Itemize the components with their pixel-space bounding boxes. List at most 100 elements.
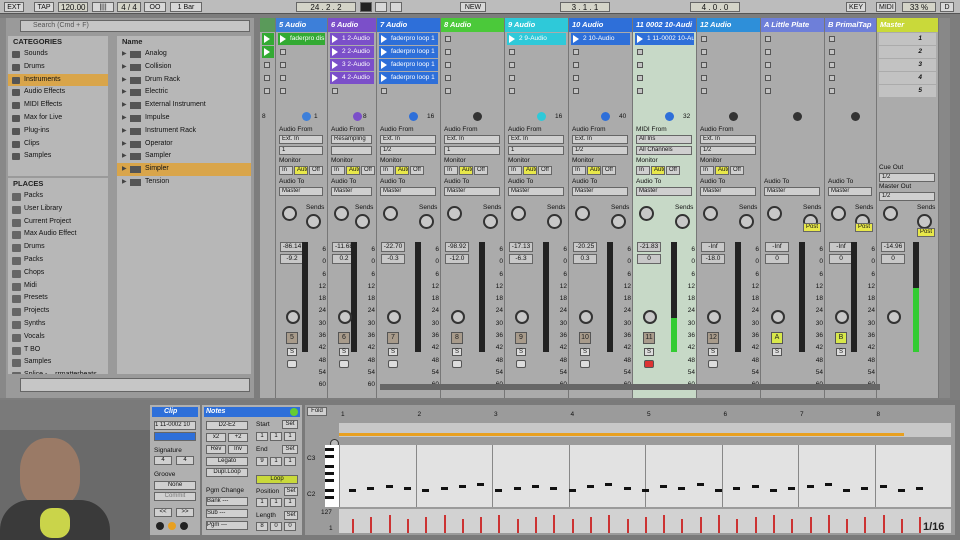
expand-triangle-icon[interactable]: ▶ [122, 48, 127, 61]
empty-clip-slot[interactable] [443, 33, 502, 45]
empty-clip-slot[interactable] [379, 85, 438, 97]
new-clip-button[interactable]: NEW [460, 2, 486, 12]
empty-clip-slot[interactable] [827, 33, 874, 45]
place-item[interactable]: User Library [8, 203, 108, 216]
end-beat[interactable]: 1 [270, 457, 282, 466]
pan-knob[interactable] [707, 310, 721, 324]
track-volume-field[interactable]: 0 [637, 254, 661, 264]
monitor-off-button[interactable]: Off [474, 166, 488, 175]
loop-brace[interactable] [339, 433, 904, 436]
midi-note[interactable] [532, 485, 539, 488]
empty-clip-slot[interactable] [699, 59, 758, 71]
place-item[interactable]: Current Project [8, 216, 108, 229]
arm-button[interactable] [339, 360, 349, 368]
length-bar[interactable]: 8 [256, 522, 268, 531]
sub-bank-field[interactable]: Sub --- [206, 509, 248, 518]
pan-knob[interactable] [515, 310, 529, 324]
black-key[interactable] [325, 472, 334, 475]
pan-knob[interactable] [771, 310, 785, 324]
position-beat[interactable]: 1 [270, 498, 282, 507]
velocity-marker[interactable] [772, 515, 775, 533]
send-a-knob[interactable] [703, 206, 718, 221]
clip-play-icon[interactable] [332, 61, 338, 69]
place-item[interactable]: Vocals [8, 331, 108, 344]
category-item[interactable]: Sounds [8, 48, 108, 61]
post-send-button[interactable]: Post [803, 223, 821, 232]
loop-length-field[interactable]: 4 . 0 . 0 [690, 2, 740, 12]
expand-triangle-icon[interactable]: ▶ [122, 61, 127, 74]
play-icon[interactable] [360, 2, 372, 12]
midi-note[interactable] [495, 489, 503, 492]
send-a-knob[interactable] [883, 206, 898, 221]
clip-stop-icon[interactable] [381, 88, 387, 94]
track-title[interactable] [260, 18, 275, 32]
clip-prev-button[interactable]: << [154, 508, 172, 517]
track-title[interactable]: A Little Plate [761, 18, 824, 32]
pan-knob[interactable] [338, 310, 352, 324]
length-set-button[interactable]: Set [284, 511, 298, 520]
mixer-track[interactable]: 12 Audio Audio From Ext. In 1/2 Monitor In Aut… [697, 18, 761, 398]
send-a-knob[interactable] [334, 206, 349, 221]
velocity-marker[interactable] [535, 517, 537, 533]
input-type-chooser[interactable]: Ext. In [444, 135, 500, 144]
input-channel-chooser[interactable] [331, 146, 372, 155]
mixer-track[interactable]: 11 0002 10-Audi 1 11-0002 10-Au 32 MIDI Fro… [633, 18, 697, 398]
midi-note[interactable] [898, 489, 905, 492]
start-sixteenth[interactable]: 1 [284, 432, 296, 441]
clip-stop-icon[interactable] [445, 49, 451, 55]
clip-stop-icon[interactable] [637, 75, 643, 81]
clip-slot[interactable]: 2 2-Audio [330, 46, 374, 58]
velocity-marker[interactable] [516, 519, 519, 533]
arm-button[interactable] [452, 360, 462, 368]
midi-note[interactable] [696, 483, 704, 486]
send-a-knob[interactable] [639, 206, 654, 221]
black-key[interactable] [325, 455, 334, 458]
place-item[interactable]: T BO [8, 344, 108, 357]
empty-clip-slot[interactable] [699, 33, 758, 45]
send-b-knob[interactable] [675, 214, 690, 229]
solo-button[interactable]: S [772, 348, 782, 356]
empty-clip-slot[interactable] [635, 46, 694, 58]
midi-note[interactable] [843, 489, 851, 492]
track-activator[interactable]: 11 [643, 332, 655, 344]
clip-slot[interactable]: faderpro loop 1 [379, 72, 438, 84]
clip-stop-icon[interactable] [573, 49, 579, 55]
output-chooser[interactable]: Master [508, 187, 564, 196]
end-bar[interactable]: 9 [256, 457, 268, 466]
track-volume-field[interactable]: 0.3 [573, 254, 597, 264]
category-item[interactable]: Drums [8, 61, 108, 74]
expand-triangle-icon[interactable]: ▶ [122, 99, 127, 112]
monitor-in-button[interactable]: In [700, 166, 714, 175]
groove-commit-button[interactable]: Commit [154, 492, 196, 501]
velocity-marker[interactable] [425, 517, 428, 533]
track-activator[interactable]: 8 [451, 332, 463, 344]
peak-level-display[interactable]: -14.96 [881, 242, 905, 252]
empty-clip-slot[interactable] [763, 46, 822, 58]
track-title[interactable]: 6 Audio [328, 18, 376, 32]
clip-stop-icon[interactable] [445, 36, 451, 42]
input-channel-chooser[interactable]: 1/2 [700, 146, 756, 155]
midi-note[interactable] [879, 485, 887, 488]
fold-button[interactable]: Fold [307, 407, 327, 416]
monitor-off-button[interactable]: Off [730, 166, 744, 175]
track-title[interactable]: B PrimalTap [825, 18, 876, 32]
mixer-track[interactable]: 10 Audio 2 10-Audio 40 Audio From Ext. In 1/2… [569, 18, 633, 398]
double-duration-button[interactable]: +2 [228, 433, 248, 442]
note-grid[interactable] [339, 445, 951, 507]
midi-note[interactable] [440, 487, 448, 490]
empty-clip-slot[interactable] [763, 59, 822, 71]
mixer-track[interactable]: B PrimalTap Audio To Master Sends Post -Inf 0 6… [825, 18, 877, 398]
clip-stop-icon[interactable] [264, 62, 270, 68]
tempo-field[interactable]: 120.00 [58, 2, 88, 12]
midi-note[interactable] [568, 489, 576, 492]
mixer-horizontal-scrollbar[interactable] [380, 384, 880, 390]
monitor-in-button[interactable]: In [572, 166, 586, 175]
monitor-in-button[interactable]: In [444, 166, 458, 175]
empty-clip-slot[interactable] [330, 85, 374, 97]
length-sixteenth[interactable]: 0 [284, 522, 296, 531]
output-chooser[interactable]: Master [331, 187, 372, 196]
midi-note[interactable] [513, 487, 521, 490]
empty-clip-slot[interactable] [278, 85, 325, 97]
solo-button[interactable]: S [836, 348, 846, 356]
place-item[interactable]: Samples [8, 356, 108, 369]
